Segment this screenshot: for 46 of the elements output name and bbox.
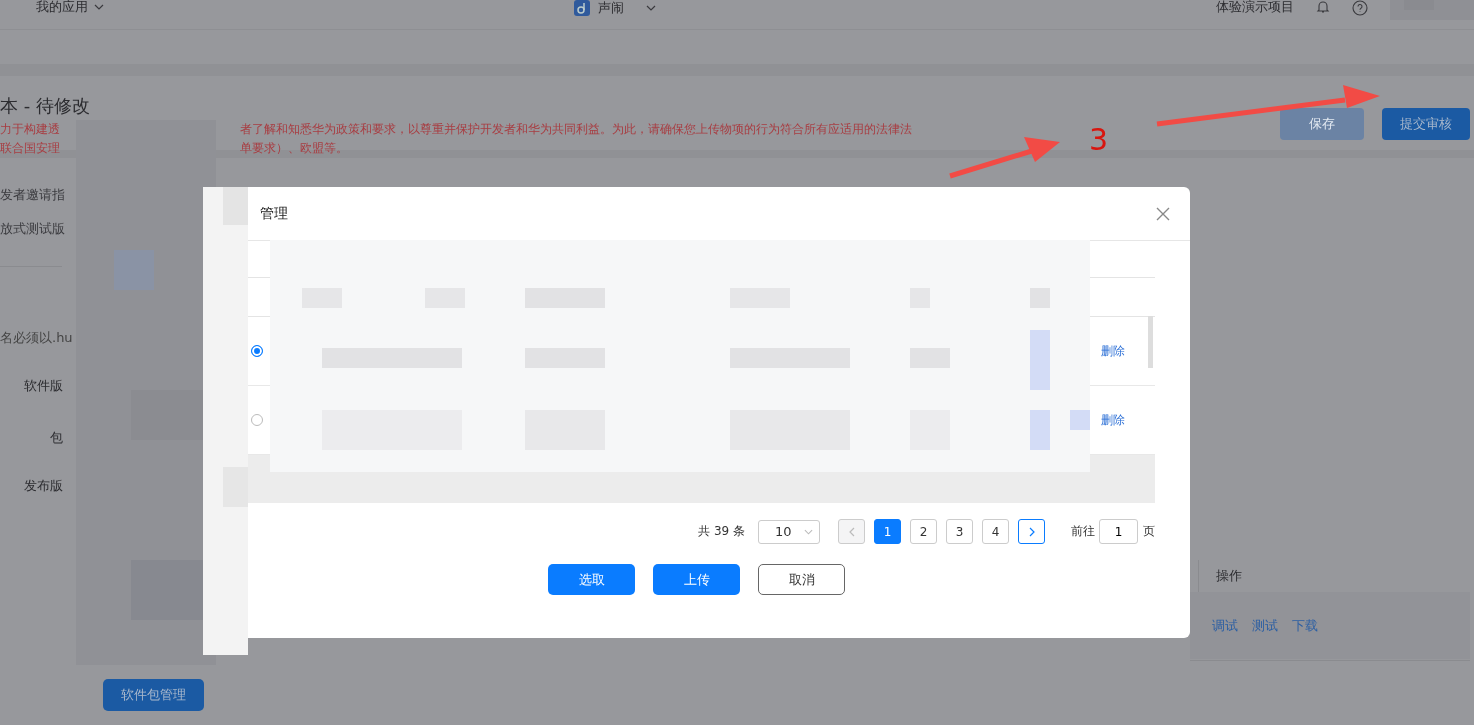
page-button[interactable]: 3 <box>946 519 973 544</box>
app-icon <box>574 0 590 16</box>
notice-text: 力于构建透 <box>0 121 60 138</box>
page-button[interactable]: 2 <box>910 519 937 544</box>
dialog-button[interactable]: 上传 <box>653 564 740 595</box>
help-icon[interactable] <box>1352 0 1368 16</box>
chevron-left-icon <box>848 526 855 537</box>
chevron-down-icon <box>804 528 813 535</box>
bell-icon[interactable] <box>1316 0 1330 14</box>
section-label: 放式测试版 <box>0 220 66 238</box>
next-page-button[interactable] <box>1018 519 1045 544</box>
header-button[interactable]: 提交审核 <box>1382 108 1470 140</box>
total-count: 共 39 条 <box>698 523 745 540</box>
delete-link[interactable]: 删除 <box>1101 411 1125 429</box>
app-menu[interactable]: 我的应用 <box>36 0 104 14</box>
project-link[interactable]: 体验演示项目 <box>1216 0 1294 14</box>
page-title: 本 - 待修改 <box>0 94 91 118</box>
dialog-button[interactable]: 选取 <box>548 564 635 595</box>
close-icon[interactable] <box>1156 206 1170 221</box>
package-button[interactable]: 软件包管理 <box>103 679 204 711</box>
page-button[interactable]: 1 <box>874 519 901 544</box>
field-label: 发布版 <box>24 478 63 493</box>
notice-text: 单要求）、欧盟等。 <box>240 140 348 157</box>
column-header: 操作 <box>1216 567 1242 585</box>
section-label: 发者邀请指 <box>0 186 66 204</box>
field-label: 软件版 <box>24 378 63 393</box>
notice-text: 联合国安理 <box>0 140 60 157</box>
annotation-number: 3 <box>1089 124 1109 156</box>
dialog-title: 管理 <box>260 204 288 223</box>
hint-text: 名必须以.hu <box>0 329 74 347</box>
scrollbar[interactable] <box>1148 316 1153 368</box>
chevron-right-icon <box>1028 526 1035 537</box>
radio-button[interactable] <box>251 345 263 357</box>
chevron-down-icon <box>94 4 104 10</box>
page-size-select[interactable]: 10 <box>758 519 820 544</box>
page-suffix: 页 <box>1143 523 1155 540</box>
goto-label: 前往 <box>1071 523 1095 540</box>
radio-button[interactable] <box>251 414 263 426</box>
field-label: 包 <box>50 430 63 445</box>
notice-text: 者了解和知悉华为政策和要求，以尊重并保护开发者和华为共同利益。为此，请确保您上传物项的行为符合所有应适用的法律法 <box>240 121 912 138</box>
page-input[interactable]: 1 <box>1099 519 1138 544</box>
chevron-down-icon <box>646 5 656 11</box>
page-button[interactable]: 4 <box>982 519 1009 544</box>
dialog-button[interactable]: 取消 <box>758 564 845 595</box>
delete-link[interactable]: 删除 <box>1101 342 1125 360</box>
app-name[interactable]: 声闹 <box>598 1 624 15</box>
